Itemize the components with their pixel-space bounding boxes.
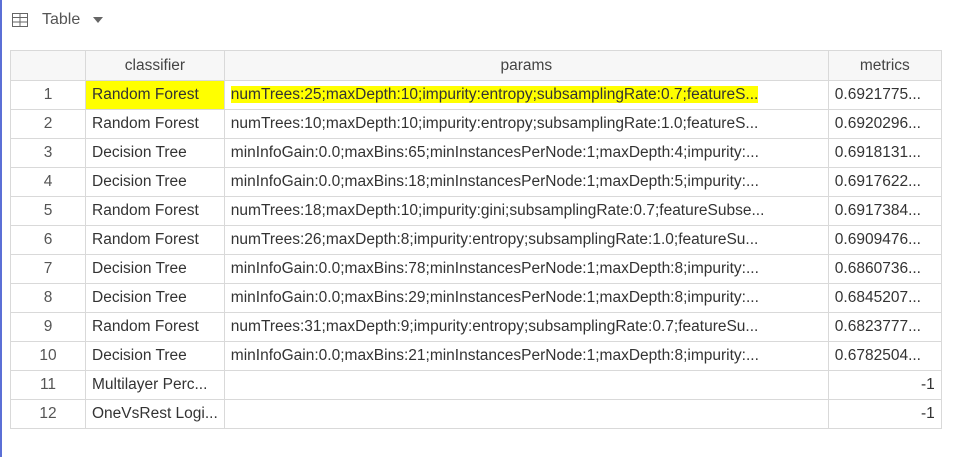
table-row[interactable]: 9 Random Forest numTrees:31;maxDepth:9;i… bbox=[10, 312, 942, 342]
metrics-cell[interactable]: 0.6860736... bbox=[827, 254, 942, 284]
column-header-metrics[interactable]: metrics bbox=[827, 50, 942, 81]
metrics-cell[interactable]: 0.6920296... bbox=[827, 109, 942, 139]
table-row[interactable]: 10 Decision Tree minInfoGain:0.0;maxBins… bbox=[10, 341, 942, 371]
classifier-cell[interactable]: Decision Tree bbox=[85, 341, 225, 371]
table-icon bbox=[12, 13, 28, 27]
row-index: 6 bbox=[10, 225, 86, 255]
metrics-cell[interactable]: 0.6921775... bbox=[827, 80, 942, 110]
params-cell[interactable]: numTrees:26;maxDepth:8;impurity:entropy;… bbox=[223, 225, 829, 255]
row-index: 5 bbox=[10, 196, 86, 226]
params-cell[interactable]: minInfoGain:0.0;maxBins:21;minInstancesP… bbox=[223, 341, 829, 371]
table-row[interactable]: 7 Decision Tree minInfoGain:0.0;maxBins:… bbox=[10, 254, 942, 284]
column-header-classifier[interactable]: classifier bbox=[85, 50, 225, 81]
classifier-cell[interactable]: Multilayer Perc... bbox=[85, 370, 225, 400]
table-row[interactable]: 3 Decision Tree minInfoGain:0.0;maxBins:… bbox=[10, 138, 942, 168]
view-label: Table bbox=[42, 11, 81, 28]
metrics-cell[interactable]: 0.6845207... bbox=[827, 283, 942, 313]
classifier-cell[interactable]: Random Forest bbox=[85, 109, 225, 139]
classifier-cell[interactable]: Decision Tree bbox=[85, 167, 225, 197]
row-index: 8 bbox=[10, 283, 86, 313]
row-index: 7 bbox=[10, 254, 86, 284]
row-index: 10 bbox=[10, 341, 86, 371]
table-row[interactable]: 6 Random Forest numTrees:26;maxDepth:8;i… bbox=[10, 225, 942, 255]
table-row[interactable]: 11 Multilayer Perc... -1 bbox=[10, 370, 942, 400]
classifier-cell[interactable]: Decision Tree bbox=[85, 254, 225, 284]
classifier-cell[interactable]: Random Forest bbox=[85, 312, 225, 342]
classifier-cell[interactable]: Decision Tree bbox=[85, 138, 225, 168]
column-header-params[interactable]: params bbox=[223, 50, 829, 81]
classifier-cell[interactable]: OneVsRest Logi... bbox=[85, 399, 225, 429]
params-cell[interactable] bbox=[223, 370, 829, 400]
metrics-cell[interactable]: 0.6823777... bbox=[827, 312, 942, 342]
params-cell[interactable]: numTrees:25;maxDepth:10;impurity:entropy… bbox=[223, 80, 829, 110]
results-table: classifier params metrics 1 Random Fores… bbox=[10, 50, 942, 429]
metrics-cell[interactable]: 0.6917622... bbox=[827, 167, 942, 197]
classifier-cell[interactable]: Random Forest bbox=[85, 196, 225, 226]
metrics-cell[interactable]: -1 bbox=[827, 370, 942, 400]
view-selector[interactable]: Table bbox=[12, 10, 104, 30]
column-header-index[interactable] bbox=[10, 50, 86, 81]
params-cell[interactable]: minInfoGain:0.0;maxBins:18;minInstancesP… bbox=[223, 167, 829, 197]
row-index: 9 bbox=[10, 312, 86, 342]
metrics-cell[interactable]: -1 bbox=[827, 399, 942, 429]
table-row[interactable]: 5 Random Forest numTrees:18;maxDepth:10;… bbox=[10, 196, 942, 226]
table-row[interactable]: 4 Decision Tree minInfoGain:0.0;maxBins:… bbox=[10, 167, 942, 197]
table-row[interactable]: 8 Decision Tree minInfoGain:0.0;maxBins:… bbox=[10, 283, 942, 313]
classifier-cell[interactable]: Random Forest bbox=[85, 225, 225, 255]
caret-down-icon[interactable] bbox=[93, 17, 104, 23]
table-row[interactable]: 1 Random Forest numTrees:25;maxDepth:10;… bbox=[10, 80, 942, 110]
row-index: 11 bbox=[10, 370, 86, 400]
row-index: 2 bbox=[10, 109, 86, 139]
toolbar: Table bbox=[2, 0, 966, 48]
classifier-cell[interactable]: Random Forest bbox=[85, 80, 225, 110]
row-index: 12 bbox=[10, 399, 86, 429]
metrics-cell[interactable]: 0.6909476... bbox=[827, 225, 942, 255]
params-cell[interactable]: minInfoGain:0.0;maxBins:78;minInstancesP… bbox=[223, 254, 829, 284]
params-cell[interactable]: numTrees:10;maxDepth:10;impurity:entropy… bbox=[223, 109, 829, 139]
table-header-row: classifier params metrics bbox=[10, 50, 942, 81]
classifier-cell[interactable]: Decision Tree bbox=[85, 283, 225, 313]
row-index: 1 bbox=[10, 80, 86, 110]
params-cell[interactable]: numTrees:31;maxDepth:9;impurity:entropy;… bbox=[223, 312, 829, 342]
params-cell[interactable] bbox=[223, 399, 829, 429]
metrics-cell[interactable]: 0.6918131... bbox=[827, 138, 942, 168]
table-row[interactable]: 2 Random Forest numTrees:10;maxDepth:10;… bbox=[10, 109, 942, 139]
table-row[interactable]: 12 OneVsRest Logi... -1 bbox=[10, 399, 942, 429]
row-index: 4 bbox=[10, 167, 86, 197]
params-cell[interactable]: numTrees:18;maxDepth:10;impurity:gini;su… bbox=[223, 196, 829, 226]
metrics-cell[interactable]: 0.6917384... bbox=[827, 196, 942, 226]
params-highlight: numTrees:25;maxDepth:10;impurity:entropy… bbox=[230, 86, 759, 103]
window-left-border bbox=[0, 0, 2, 457]
params-cell[interactable]: minInfoGain:0.0;maxBins:29;minInstancesP… bbox=[223, 283, 829, 313]
metrics-cell[interactable]: 0.6782504... bbox=[827, 341, 942, 371]
row-index: 3 bbox=[10, 138, 86, 168]
params-cell[interactable]: minInfoGain:0.0;maxBins:65;minInstancesP… bbox=[223, 138, 829, 168]
